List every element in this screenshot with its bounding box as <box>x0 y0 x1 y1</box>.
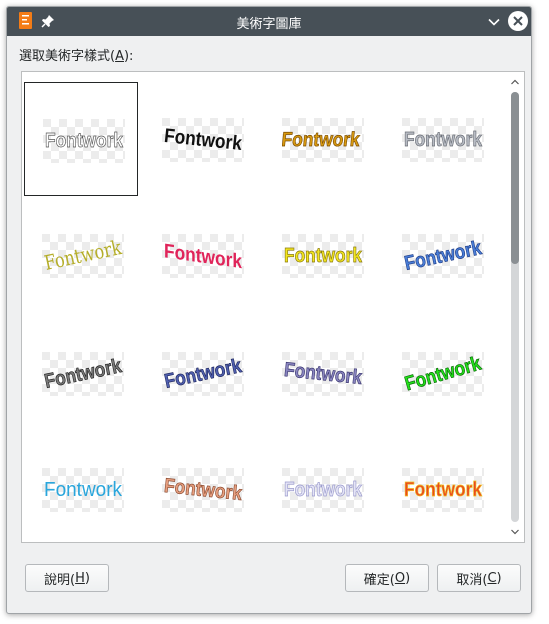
ok-label-end: ) <box>405 570 411 586</box>
fontwork-text: Fontwork <box>283 359 364 389</box>
fontwork-text: Fontwork <box>163 475 244 505</box>
cancel-label: 取消( <box>456 572 488 588</box>
label-suffix: ): <box>123 49 134 64</box>
close-icon[interactable] <box>508 11 528 31</box>
fontwork-style-tile[interactable]: Fontwork <box>384 82 498 196</box>
fontwork-preview: Fontwork <box>402 118 484 162</box>
label-prefix: 選取美術字樣式( <box>19 49 116 64</box>
cancel-button[interactable]: 取消(C) <box>437 564 521 592</box>
fontwork-text: Fontwork <box>44 479 123 501</box>
fontwork-style-tile[interactable]: Fontwork <box>24 316 138 430</box>
fontwork-preview: Fontwork <box>282 352 364 396</box>
chevron-down-icon[interactable] <box>487 15 501 29</box>
fontwork-preview: Fontwork <box>402 468 484 512</box>
fontwork-style-tile[interactable]: Fontwork <box>24 432 138 542</box>
fontwork-style-tile[interactable]: Fontwork <box>144 82 258 196</box>
fontwork-style-tile[interactable]: Fontwork <box>144 316 258 430</box>
cancel-label-end: ) <box>496 570 502 586</box>
fontwork-style-tile[interactable]: Fontwork <box>264 432 378 542</box>
vertical-scrollbar[interactable] <box>506 72 524 542</box>
fontwork-style-tile[interactable]: Fontwork <box>144 198 258 312</box>
fontwork-style-tile[interactable]: Fontwork <box>384 316 498 430</box>
fontwork-gallery-dialog: 美術字圖庫 選取美術字樣式(A): Fontwork Fontwork Fontwo… <box>6 6 532 614</box>
scrollbar-thumb[interactable] <box>511 92 519 264</box>
fontwork-preview: Fontwork <box>282 234 364 278</box>
fontwork-preview: Fontwork <box>282 468 364 512</box>
fontwork-text: Fontwork <box>404 479 483 501</box>
help-label-end: ) <box>84 570 90 586</box>
fontwork-text: Fontwork <box>284 245 363 267</box>
cancel-accelerator: C <box>487 570 497 586</box>
fontwork-style-tile[interactable]: Fontwork <box>144 432 258 542</box>
fontwork-preview: Fontwork <box>162 352 244 396</box>
ok-accelerator: O <box>394 570 406 586</box>
fontwork-preview: Fontwork <box>42 468 124 512</box>
fontwork-style-gallery[interactable]: Fontwork Fontwork Fontwork Fontwork Fontwork… <box>21 71 525 543</box>
fontwork-preview: Fontwork <box>43 119 125 163</box>
help-label: 說明( <box>44 572 76 588</box>
fontwork-preview: Fontwork <box>162 118 244 162</box>
help-accelerator: H <box>75 570 85 586</box>
fontwork-style-tile[interactable]: Fontwork <box>264 198 378 312</box>
fontwork-style-tile[interactable]: Fontwork <box>264 316 378 430</box>
fontwork-style-tile[interactable]: Fontwork <box>264 82 378 196</box>
fontwork-style-tile[interactable]: Fontwork <box>384 432 498 542</box>
fontwork-preview: Fontwork <box>42 352 124 396</box>
fontwork-text: Fontwork <box>164 240 243 273</box>
fontwork-style-tile[interactable]: Fontwork <box>24 82 138 196</box>
fontwork-text: Fontwork <box>45 130 124 152</box>
fontwork-text: Fontwork <box>404 129 483 151</box>
titlebar[interactable]: 美術字圖庫 <box>7 7 531 36</box>
fontwork-preview: Fontwork <box>402 234 484 278</box>
fontwork-preview: Fontwork <box>162 234 244 278</box>
ok-button[interactable]: 確定(O) <box>345 564 429 592</box>
fontwork-style-tile[interactable]: Fontwork <box>24 198 138 312</box>
fontwork-text: Fontwork <box>282 129 362 151</box>
fontwork-text: Fontwork <box>284 479 363 501</box>
fontwork-style-tile[interactable]: Fontwork <box>384 198 498 312</box>
style-select-label: 選取美術字樣式(A): <box>19 45 133 64</box>
fontwork-preview: Fontwork <box>402 352 484 396</box>
scroll-down-icon[interactable] <box>510 526 520 536</box>
label-accelerator: A <box>115 49 124 64</box>
help-button[interactable]: 說明(H) <box>25 564 109 592</box>
fontwork-preview: Fontwork <box>162 468 244 512</box>
fontwork-preview: Fontwork <box>282 118 364 162</box>
scroll-up-icon[interactable] <box>510 76 520 86</box>
fontwork-text: Fontwork <box>163 125 244 155</box>
window-title: 美術字圖庫 <box>236 17 302 32</box>
fontwork-preview: Fontwork <box>42 234 124 278</box>
ok-label: 確定( <box>363 572 395 588</box>
